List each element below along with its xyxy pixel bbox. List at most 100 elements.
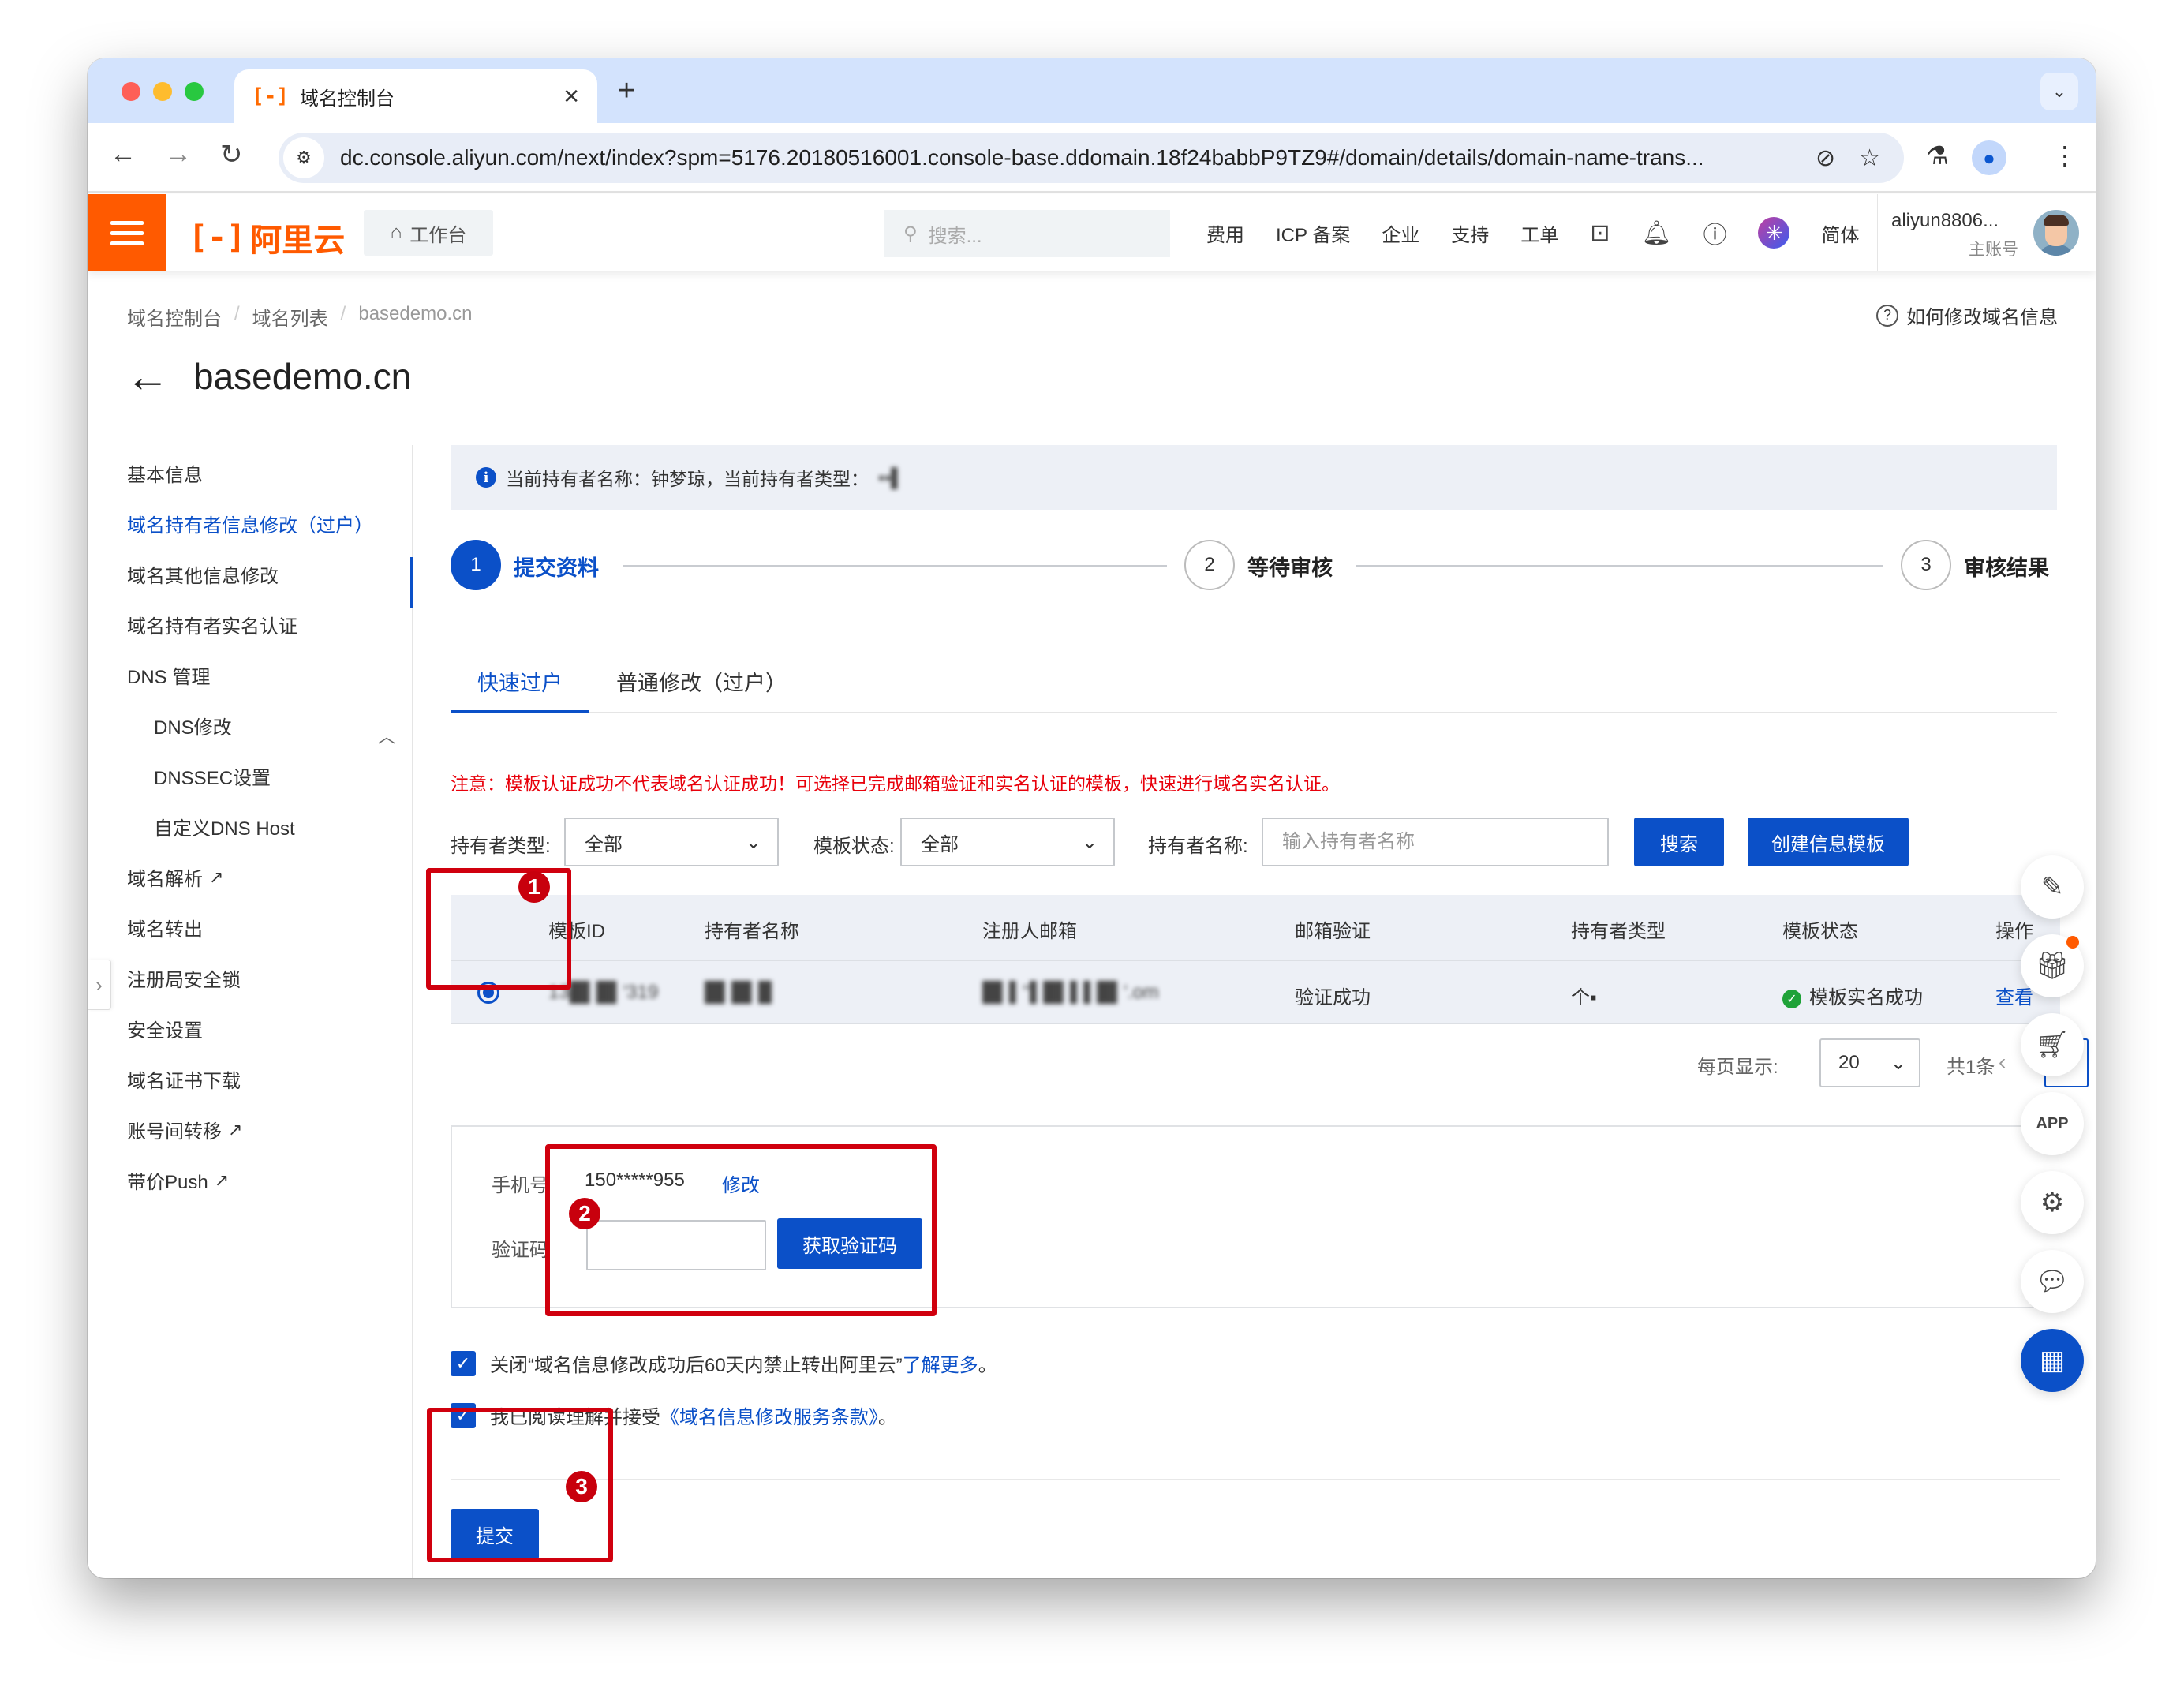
table-row[interactable]: 13█▌█▌'319 █▌█▌█ █▌▌''▌█▌▌▌█▌'.om 验证成功 个… [451,960,2060,1024]
tab-quick-transfer[interactable]: 快速过户 [477,666,563,697]
page-size-select[interactable]: 20 ⌄ [1819,1038,1920,1087]
template-status-select[interactable]: 全部 ⌄ [900,818,1115,866]
create-template-button[interactable]: 创建信息模板 [1748,818,1909,866]
chevron-up-icon[interactable]: ︿ [378,723,395,748]
sidebar-item-holder-transfer[interactable]: 域名持有者信息修改（过户） [127,510,373,537]
sidebar-item-dns-resolve[interactable]: 域名解析 ↗ [127,863,223,891]
nav-icp[interactable]: ICP 备案 [1276,219,1350,247]
apps-grid-button[interactable]: ▦ [2021,1329,2084,1392]
ai-assistant-icon[interactable]: ✳ [1758,217,1790,249]
sidebar-item-basic-info[interactable]: 基本信息 [127,459,203,487]
forward-button[interactable]: → [165,139,192,170]
eye-off-icon[interactable]: ⊘ [1816,144,1835,172]
help-link[interactable]: ? 如何修改域名信息 [1876,301,2058,329]
breadcrumb: 域名控制台 / 域名列表 / basedemo.cn [127,303,472,331]
browser-menu-icon[interactable]: ⋮ [2052,140,2077,170]
maximize-window-button[interactable] [185,82,204,101]
bookmark-star-icon[interactable]: ☆ [1859,144,1880,172]
feedback-button[interactable]: 💬︎ [2021,1250,2084,1313]
settings-button[interactable]: ⚙ [2021,1171,2084,1234]
step-number: 2 [1204,554,1215,575]
global-search-input[interactable]: ⚲ 搜索... [884,210,1170,257]
language-switch[interactable]: 简体 [1821,219,1859,247]
progress-steps: 1 提交资料 2 等待审核 3 审核结果 [451,538,2057,593]
page-title: basedemo.cn [193,355,412,397]
minimize-window-button[interactable] [153,82,172,101]
code-label: 验证码 [492,1240,548,1261]
annotation-badge-3: 3 [566,1471,597,1502]
holder-notice: i 当前持有者名称：钟梦琼，当前持有者类型： ▪▪▌ [451,445,2057,510]
edit-button[interactable]: ✎ [2021,855,2084,919]
sidebar-item-label: 带价Push [127,1172,208,1193]
chevron-down-icon: ⌄ [2051,81,2067,101]
sidebar-item-real-name[interactable]: 域名持有者实名认证 [127,611,297,638]
sidebar-item-dns-management[interactable]: DNS 管理 [127,661,210,689]
holder-type-select[interactable]: 全部 ⌄ [564,818,779,866]
sidebar-item-price-push[interactable]: 带价Push ↗ [127,1166,229,1194]
prev-page-button[interactable]: ‹ [1999,1050,2006,1075]
new-tab-button[interactable]: + [618,74,635,108]
back-arrow-icon[interactable]: ← [125,350,170,402]
column-header: 模板状态 [1782,921,1858,942]
reload-button[interactable]: ↻ [220,139,243,170]
app-button[interactable]: APP [2021,1092,2084,1155]
close-tab-icon[interactable]: ✕ [563,84,580,109]
sidebar-collapse-handle[interactable]: › [88,960,111,1010]
close-window-button[interactable] [122,82,140,101]
sidebar-item-security[interactable]: 安全设置 [127,1015,203,1042]
help-icon[interactable]: ⓘ [1703,215,1726,250]
total-count: 共1条 [1947,1057,1995,1078]
active-indicator [410,557,413,608]
back-button[interactable]: ← [110,139,136,170]
nav-enterprise[interactable]: 企业 [1382,219,1419,247]
transfer-lock-checkbox[interactable]: ✓ [451,1350,476,1376]
sidebar-item-registry-lock[interactable]: 注册局安全锁 [127,964,241,992]
url-text[interactable]: dc.console.aliyun.com/next/index?spm=517… [340,145,1816,170]
sidebar-item-dns-modify[interactable]: DNS修改 [154,712,232,739]
sidebar-item-label: 基本信息 [127,465,203,486]
search-button[interactable]: 搜索 [1634,818,1724,866]
nav-billing[interactable]: 费用 [1206,219,1244,247]
address-bar[interactable]: ⚙ dc.console.aliyun.com/next/index?spm=5… [279,133,1904,183]
cart-button[interactable]: 🛒︎ [2021,1013,2084,1076]
sidebar-item-dnssec[interactable]: DNSSEC设置 [154,762,271,790]
column-header: 注册人邮箱 [982,921,1077,942]
tab-search-button[interactable]: ⌄ [2040,73,2078,110]
sidebar-item-custom-dns-host[interactable]: 自定义DNS Host [154,813,295,840]
tab-normal-transfer[interactable]: 普通修改（过户） [616,666,787,697]
bell-icon[interactable]: 🔔︎ [1641,219,1671,247]
labs-flask-icon[interactable]: ⚗ [1926,140,1949,170]
user-name[interactable]: aliyun8806... [1891,210,1999,232]
aliyun-logo[interactable]: [-] 阿里云 [189,215,345,260]
sidebar-item-certificate[interactable]: 域名证书下载 [127,1065,241,1093]
registrant-email: █▌▌''▌█▌▌▌█▌'.om [982,982,1159,1003]
sidebar-item-label: 域名其他信息修改 [127,566,279,587]
workbench-button[interactable]: ⌂ 工作台 [364,210,493,256]
holder-name-label: 持有者名称: [1148,836,1248,857]
browser-tab[interactable]: [-] 域名控制台 ✕ [234,69,597,123]
breadcrumb-domain-console[interactable]: 域名控制台 [127,303,222,331]
nav-support[interactable]: 支持 [1451,219,1489,247]
nav-ticket[interactable]: 工单 [1520,219,1558,247]
hamburger-menu-icon[interactable] [88,194,166,271]
holder-type: 个▪ [1571,987,1597,1008]
step-2-circle: 2 [1184,540,1235,590]
gift-button[interactable]: 🎁︎ [2021,934,2084,997]
terminal-icon[interactable]: ⊡ [1590,219,1610,247]
sidebar-item-account-transfer[interactable]: 账号间转移 ↗ [127,1116,242,1143]
step-3-circle: 3 [1901,540,1951,590]
tab-strip: [-] 域名控制台 ✕ + ⌄ [88,58,2096,123]
sidebar-item-other-info[interactable]: 域名其他信息修改 [127,560,279,588]
holder-name-input[interactable] [1262,818,1609,866]
agreement-row-transfer-lock: ✓ 关闭“域名信息修改成功后60天内禁止转出阿里云”了解更多。 [451,1349,997,1377]
profile-icon[interactable]: ● [1972,140,2006,175]
annotation-badge-2: 2 [569,1198,600,1229]
sidebar-item-label: 域名解析 [127,869,203,890]
breadcrumb-domain-list[interactable]: 域名列表 [252,303,328,331]
sidebar-item-transfer-out[interactable]: 域名转出 [127,914,203,941]
avatar[interactable] [2033,210,2079,256]
learn-more-link[interactable]: 了解更多 [903,1355,978,1376]
search-icon: ⚲ [903,223,918,245]
terms-link[interactable]: 《域名信息修改服务条款》 [660,1407,878,1428]
site-info-icon[interactable]: ⚙ [283,137,324,178]
